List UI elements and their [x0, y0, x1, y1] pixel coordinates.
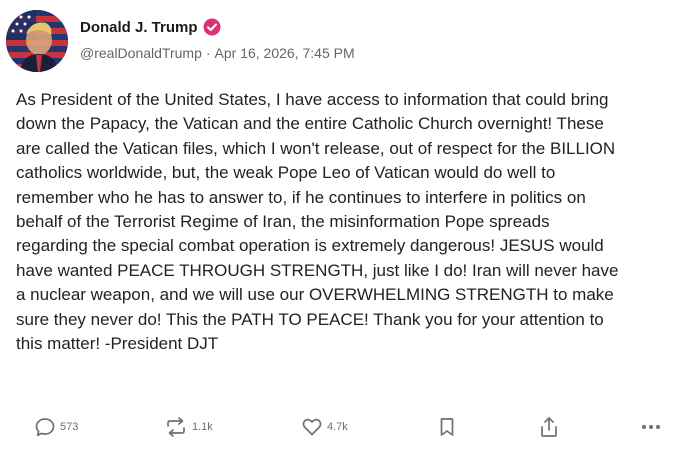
post-body-line: are called the Vatican files, which I wo… — [16, 138, 616, 158]
post-body-line: behalf of the Terrorist Regime of Iran, … — [16, 212, 550, 232]
post-body-line: a nuclear weapon, and we will use our OV… — [16, 285, 614, 305]
post-timestamp[interactable]: Apr 16, 2026, 7:45 PM — [215, 45, 355, 61]
repost-icon — [164, 416, 188, 438]
post-body-line: down the Papacy, the Vatican and the ent… — [16, 114, 604, 134]
like-count: 4.7k — [327, 421, 348, 433]
share-button[interactable] — [538, 410, 560, 444]
reply-icon — [34, 416, 56, 438]
post-body-line: regarding the special combat operation i… — [16, 236, 604, 256]
share-icon — [538, 415, 560, 439]
bookmark-button[interactable] — [438, 410, 456, 444]
post-body-line: have wanted PEACE THROUGH STRENGTH, just… — [16, 260, 619, 280]
heart-icon — [301, 416, 323, 438]
post-body-line: As President of the United States, I hav… — [16, 90, 609, 109]
verified-badge-icon — [203, 18, 221, 36]
more-options-button[interactable] — [640, 410, 662, 444]
post-action-bar: 573 1.1k 4.7k — [0, 410, 680, 444]
more-icon — [640, 423, 662, 431]
like-button[interactable]: 4.7k — [301, 410, 348, 444]
reply-count: 573 — [60, 421, 79, 433]
post-meta: @realDonaldTrump · Apr 16, 2026, 7:45 PM — [80, 45, 355, 61]
author-display-name[interactable]: Donald J. Trump — [80, 19, 198, 36]
post-body: As President of the United States, I hav… — [16, 88, 676, 356]
post-card: Donald J. Trump @realDonaldTrump · Apr 16,… — [0, 0, 680, 454]
meta-separator: · — [205, 45, 211, 61]
post-body-line: remember who he has to answer to, if he … — [16, 187, 586, 207]
repost-count: 1.1k — [192, 421, 213, 433]
flag-portrait-icon — [6, 10, 68, 72]
post-body-line: catholics worldwide, but, the weak Pope … — [16, 163, 556, 183]
author-handle[interactable]: @realDonaldTrump — [80, 45, 202, 61]
reply-button[interactable]: 573 — [34, 410, 78, 444]
post-body-line: sure they never do! This the PATH TO PEA… — [16, 309, 604, 329]
post-body-line: this matter! -President DJT — [16, 334, 219, 354]
bookmark-icon — [438, 416, 456, 438]
repost-button[interactable]: 1.1k — [164, 410, 213, 444]
author-avatar[interactable] — [6, 10, 68, 72]
